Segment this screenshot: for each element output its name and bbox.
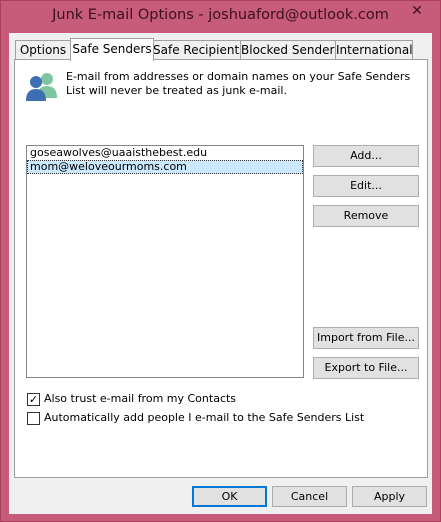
tab-safe-senders[interactable]: Safe Senders [70,38,154,61]
trust-contacts-checkbox[interactable]: ✓ [27,393,40,406]
list-item[interactable]: mom@weloveourmoms.com [27,160,303,174]
remove-button[interactable]: Remove [313,205,419,227]
tab-blocked-senders[interactable]: Blocked Senders [240,40,341,60]
dialog-client-area: Options Safe Senders Safe Recipients Blo… [9,33,432,514]
cancel-button[interactable]: Cancel [272,486,347,507]
close-button[interactable]: ✕ [400,1,434,21]
safe-senders-panel: E-mail from addresses or domain names on… [14,59,428,478]
junk-email-options-window: Junk E-mail Options - joshuaford@outlook… [0,0,441,522]
add-button[interactable]: Add... [313,145,419,167]
people-icon [25,70,59,102]
auto-add-checkbox[interactable] [27,412,40,425]
window-title: Junk E-mail Options - joshuaford@outlook… [52,7,389,23]
edit-button[interactable]: Edit... [313,175,419,197]
title-bar[interactable]: Junk E-mail Options - joshuaford@outlook… [1,1,440,33]
import-from-file-button[interactable]: Import from File... [313,327,419,349]
apply-button[interactable]: Apply [352,486,427,507]
safe-senders-list[interactable]: goseawolves@uaaisthebest.edu mom@weloveo… [26,145,304,378]
ok-button[interactable]: OK [192,486,267,507]
auto-add-label: Automatically add people I e-mail to the… [44,411,365,424]
tab-options[interactable]: Options [15,40,71,60]
trust-contacts-label: Also trust e-mail from my Contacts [44,392,237,405]
list-item[interactable]: goseawolves@uaaisthebest.edu [27,146,303,160]
tab-safe-recipients[interactable]: Safe Recipients [152,40,245,60]
export-to-file-button[interactable]: Export to File... [313,357,419,379]
close-icon: ✕ [411,3,423,19]
tab-international[interactable]: International [335,40,413,60]
safe-senders-description: E-mail from addresses or domain names on… [66,70,411,97]
